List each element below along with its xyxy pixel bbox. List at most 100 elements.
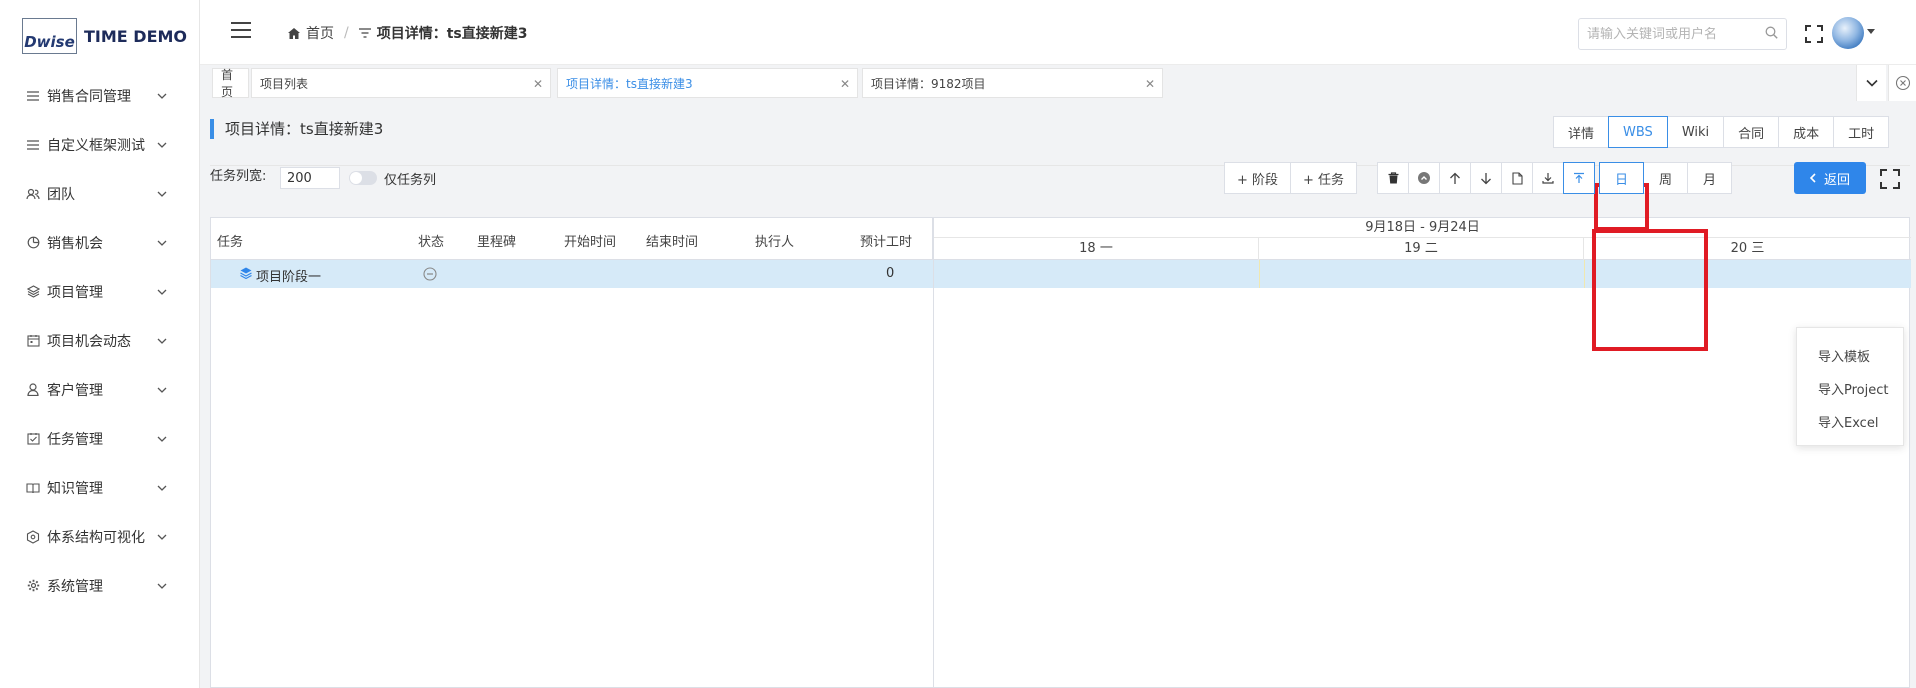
col-milestone: 里程碑: [477, 235, 517, 250]
chevron-down-icon: [157, 483, 167, 493]
chevron-down-icon: [157, 336, 167, 346]
import-template-item[interactable]: 导入模板: [1818, 346, 1870, 365]
contract-button[interactable]: 合同: [1723, 116, 1780, 148]
chevron-down-icon: [157, 140, 167, 150]
import-icon[interactable]: [1563, 162, 1595, 194]
sidebar-item-label: 销售机会: [47, 235, 103, 252]
sidebar-item-label: 知识管理: [47, 480, 103, 497]
wiki-button[interactable]: Wiki: [1666, 116, 1725, 148]
stage-layers-icon: [240, 267, 252, 283]
day-header: 18 一 19 二 20 三: [934, 238, 1911, 260]
chevron-down-icon: [157, 238, 167, 248]
sidebar-item-label: 项目管理: [47, 284, 103, 301]
status-icon: [423, 267, 437, 285]
sidebar-item-label: 体系结构可视化: [47, 529, 145, 546]
tab-project-detail-9182[interactable]: 项目详情：9182项目 ✕: [862, 68, 1163, 98]
close-icon[interactable]: ✕: [1145, 77, 1155, 91]
move-up-icon[interactable]: [1439, 162, 1471, 194]
wbs-button[interactable]: WBS: [1608, 116, 1668, 148]
day-header-cell: 18 一: [934, 238, 1259, 260]
tab-project-detail-ts3[interactable]: 项目详情：ts直接新建3 ✕: [557, 68, 858, 98]
sidebar-item-system-management[interactable]: 系统管理: [0, 561, 200, 610]
chevron-down-icon: [157, 287, 167, 297]
worktime-button[interactable]: 工时: [1833, 116, 1890, 148]
cost-button[interactable]: 成本: [1778, 116, 1835, 148]
sidebar-item-knowledge-management[interactable]: 知识管理: [0, 463, 200, 512]
checkbox-icon: [25, 431, 41, 447]
chevron-down-icon: [157, 91, 167, 101]
chevron-down-icon: [157, 581, 167, 591]
sidebar-item-architecture-visualization[interactable]: 体系结构可视化: [0, 512, 200, 561]
sidebar-item-project-opportunity-dynamics[interactable]: 项目机会动态: [0, 316, 200, 365]
logo: Dwise TIME DEMO: [22, 18, 187, 54]
close-icon[interactable]: ✕: [840, 77, 850, 91]
add-stage-button[interactable]: + 阶段: [1224, 162, 1292, 194]
day-separator: [1259, 260, 1260, 288]
task-width-input[interactable]: [280, 167, 340, 189]
tab-label: 项目详情：ts直接新建3: [566, 76, 693, 91]
sidebar-item-sales-opportunity[interactable]: 销售机会: [0, 218, 200, 267]
tab-bar: 首页 项目列表 ✕ 项目详情：ts直接新建3 ✕ 项目详情：9182项目 ✕: [200, 65, 1916, 101]
sidebar-item-sales-contract[interactable]: 销售合同管理: [0, 71, 200, 120]
search-icon[interactable]: [1765, 26, 1778, 43]
chevron-down-icon: [157, 532, 167, 542]
view-day-button[interactable]: 日: [1599, 162, 1644, 194]
col-start-time: 开始时间: [564, 235, 617, 250]
delete-icon[interactable]: [1377, 162, 1409, 194]
detail-button[interactable]: 详情: [1553, 116, 1610, 148]
tabs-dropdown-icon[interactable]: [1856, 65, 1886, 101]
col-assignee: 执行人: [755, 235, 795, 250]
sidebar-item-customer-management[interactable]: 客户管理: [0, 365, 200, 414]
menu-toggle-icon[interactable]: [231, 22, 251, 38]
tab-label: 首页: [221, 68, 234, 99]
back-button[interactable]: 返回: [1794, 162, 1866, 194]
avatar[interactable]: [1832, 17, 1864, 49]
sidebar-item-project-management[interactable]: 项目管理: [0, 267, 200, 316]
sidebar-item-label: 任务管理: [47, 431, 103, 448]
tab-label: 项目详情：9182项目: [871, 76, 986, 91]
close-all-tabs-icon[interactable]: [1888, 65, 1916, 101]
sidebar-item-team[interactable]: 团队: [0, 169, 200, 218]
highlight-box-import-menu: [1592, 229, 1708, 351]
view-month-button[interactable]: 月: [1687, 162, 1732, 194]
fullscreen-icon[interactable]: [1805, 25, 1823, 43]
task-name[interactable]: 项目阶段一: [256, 266, 321, 285]
move-down-icon[interactable]: [1470, 162, 1502, 194]
week-range-header: 9月18日 - 9月24日: [934, 218, 1911, 238]
team-icon: [25, 186, 41, 202]
list-icon: [25, 88, 41, 104]
tab-home[interactable]: 首页: [212, 68, 249, 99]
view-week-button[interactable]: 周: [1643, 162, 1688, 194]
day-separator: [1584, 260, 1585, 288]
view-mode-group: 日 周 月: [1599, 162, 1732, 194]
only-task-toggle[interactable]: [349, 171, 377, 185]
import-excel-item[interactable]: 导入Excel: [1818, 412, 1878, 431]
export-icon[interactable]: [1532, 162, 1564, 194]
action-icon-group: [1377, 162, 1595, 194]
add-task-button[interactable]: + 任务: [1290, 162, 1358, 194]
breadcrumb-home-link[interactable]: 首页: [306, 23, 334, 43]
col-estimated-hours: 预计工时: [860, 235, 913, 250]
pie-icon: [25, 235, 41, 251]
calendar-icon: [25, 333, 41, 349]
logo-mark: Dwise: [22, 18, 77, 54]
pane-divider[interactable]: [933, 218, 934, 688]
sidebar-item-label: 系统管理: [47, 578, 103, 595]
document-icon[interactable]: [1501, 162, 1533, 194]
gear-icon: [25, 578, 41, 594]
import-project-item[interactable]: 导入Project: [1818, 379, 1888, 398]
logo-text: TIME DEMO: [84, 26, 188, 46]
close-icon[interactable]: ✕: [533, 77, 543, 91]
fullscreen-icon[interactable]: [1880, 169, 1900, 189]
sidebar-item-task-management[interactable]: 任务管理: [0, 414, 200, 463]
day-header-cell: 19 二: [1259, 238, 1584, 260]
back-button-label: 返回: [1823, 172, 1850, 188]
breadcrumb: 首页 / 项目详情：ts直接新建3: [288, 23, 528, 43]
main-content: 项目详情：ts直接新建3 详情 WBS Wiki 合同 成本 工时 任务列宽: …: [200, 101, 1916, 688]
caret-down-icon[interactable]: [1867, 29, 1875, 34]
list-icon: [25, 137, 41, 153]
sidebar-item-custom-framework[interactable]: 自定义框架测试: [0, 120, 200, 169]
collapse-icon[interactable]: [1408, 162, 1440, 194]
search-input[interactable]: [1587, 26, 1765, 42]
tab-project-list[interactable]: 项目列表 ✕: [251, 68, 551, 98]
